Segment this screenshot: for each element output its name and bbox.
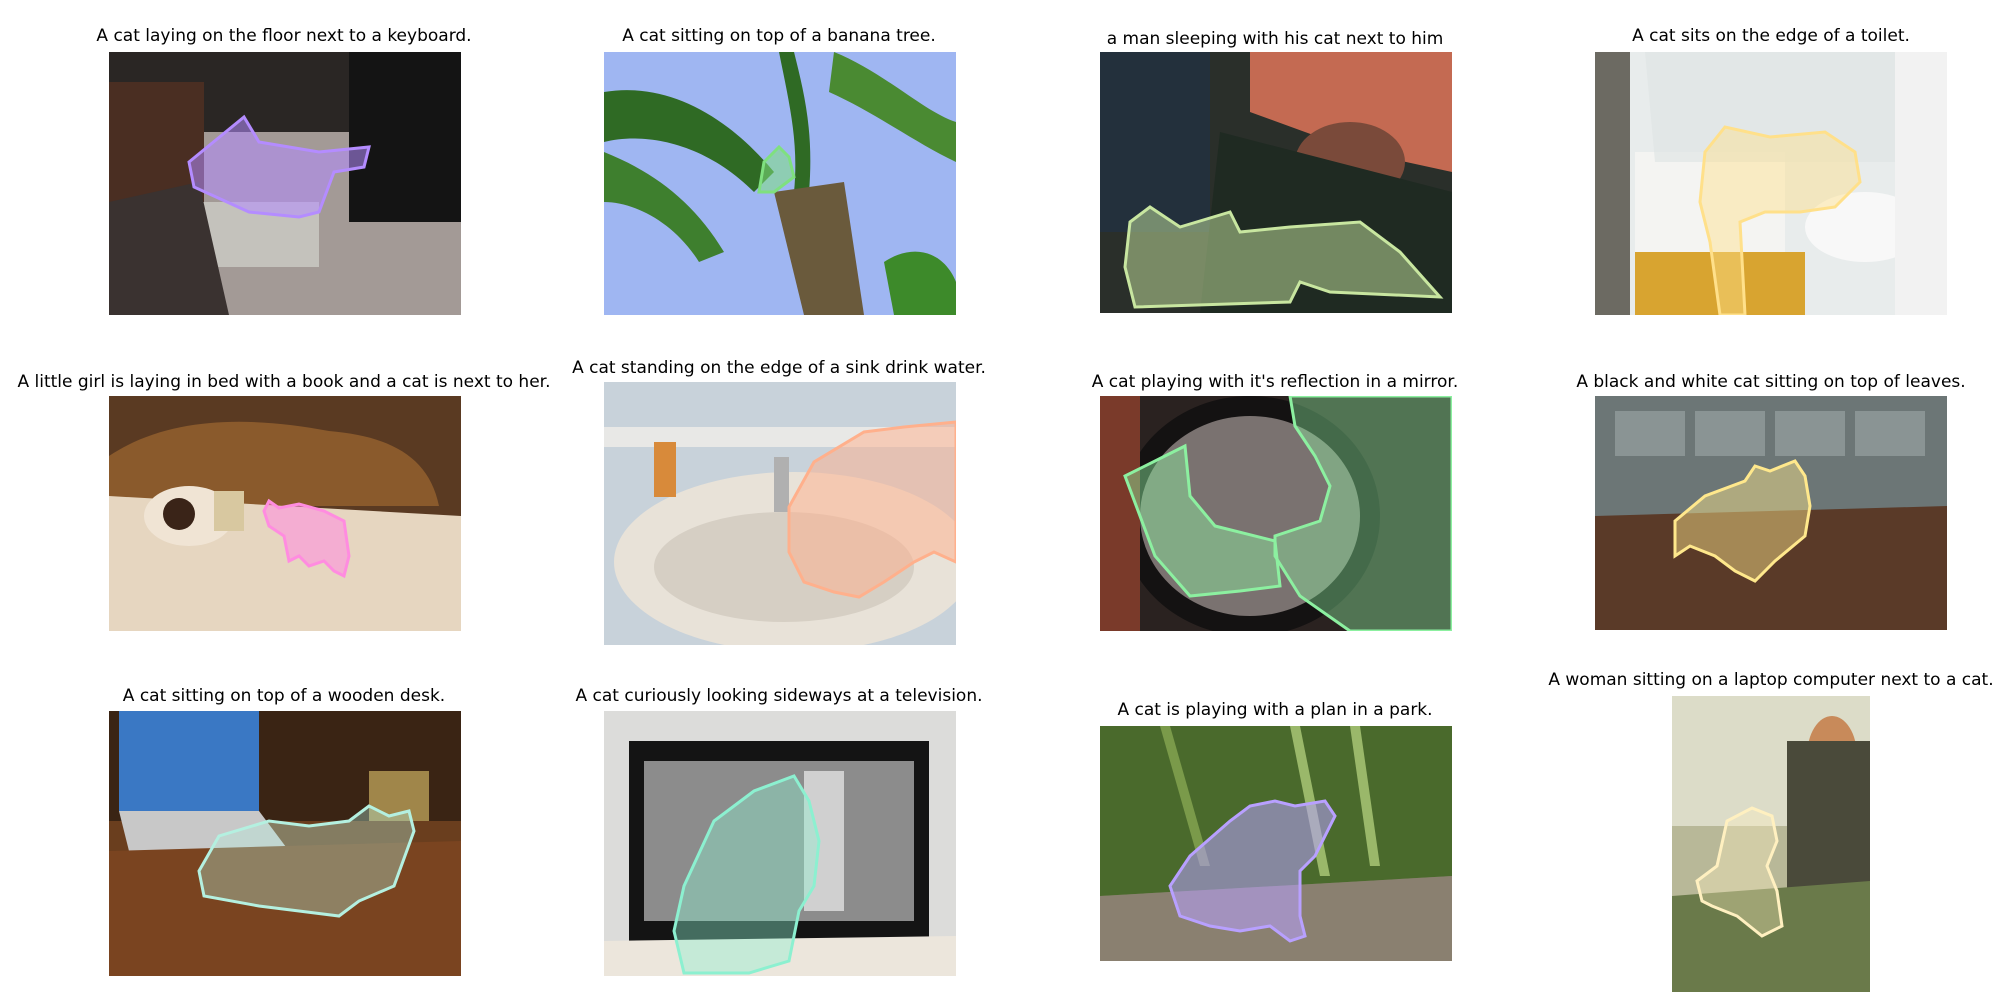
panel-caption: A cat standing on the edge of a sink dri… [572, 358, 986, 378]
photo-cat-on-leaves [1595, 396, 1947, 630]
panel-caption: A cat curiously looking sideways at a te… [575, 686, 983, 706]
panel-caption: a man sleeping with his cat next to him [1106, 29, 1444, 49]
panel-caption: A cat sitting on top of a banana tree. [622, 26, 936, 46]
panel-caption: A cat sits on the edge of a toilet. [1632, 26, 1910, 46]
panel-caption: A woman sitting on a laptop computer nex… [1548, 670, 1994, 690]
photo-girl-in-bed-with-cat [109, 396, 461, 631]
photo-cat-and-television [604, 711, 956, 976]
panel-caption: A cat sitting on top of a wooden desk. [122, 686, 446, 706]
photo-cat-keyboard [109, 52, 461, 315]
photo-cat-and-mirror [1100, 396, 1452, 631]
panel-caption: A cat laying on the floor next to a keyb… [96, 26, 472, 46]
photo-cat-banana-tree [604, 52, 956, 315]
panel-caption: A cat playing with it's reflection in a … [1091, 372, 1459, 392]
photo-man-sleeping-with-cat [1100, 52, 1452, 313]
photo-woman-laptop-and-cat [1672, 696, 1870, 992]
panel-caption: A black and white cat sitting on top of … [1576, 372, 1966, 392]
photo-cat-on-sink [604, 382, 956, 645]
photo-cat-in-park [1100, 726, 1452, 961]
photo-cat-on-toilet [1595, 52, 1947, 315]
panel-caption: A little girl is laying in bed with a bo… [17, 372, 551, 392]
panel-caption: A cat is playing with a plan in a park. [1117, 700, 1433, 720]
photo-cat-on-desk [109, 711, 461, 976]
